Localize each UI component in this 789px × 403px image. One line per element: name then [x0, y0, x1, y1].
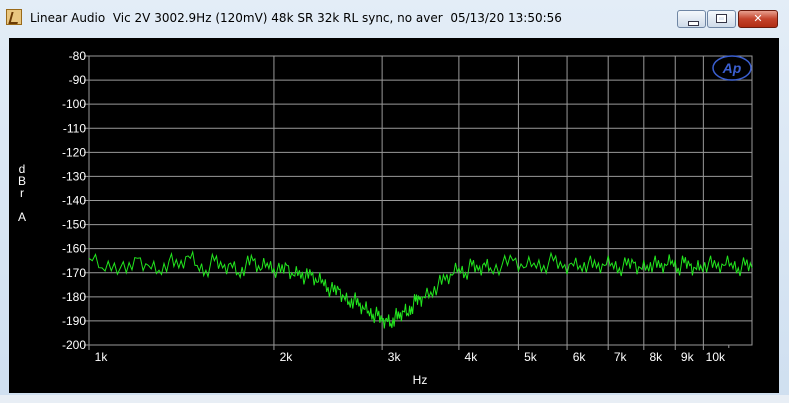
y-tick-label: -140: [62, 194, 86, 208]
x-tick-label: 2k: [280, 350, 294, 364]
grid: [84, 55, 753, 350]
y-tick-label: -120: [62, 145, 86, 159]
chart-svg: -80 -90 -100 -110 -120 -130 -140 -150 -160 -170 -1…: [18, 49, 753, 387]
x-tick-label: 9k: [681, 350, 695, 364]
minimize-icon: [678, 11, 705, 27]
y-tick-label: -80: [69, 49, 87, 63]
close-icon: ✕: [753, 12, 763, 25]
x-tick-label: 10k: [706, 350, 726, 364]
x-tick-label: 4k: [465, 350, 479, 364]
y-tick-label: -130: [62, 169, 86, 183]
x-tick-label: 1k: [95, 350, 109, 364]
y-tick-label: -150: [62, 218, 86, 232]
y-axis-label: dBrA: [18, 162, 26, 224]
y-axis-ticks: -80 -90 -100 -110 -120 -130 -140 -150 -160 -170 -1…: [62, 49, 86, 352]
y-axis-label-char: A: [18, 210, 26, 224]
y-tick-label: -200: [62, 338, 86, 352]
y-axis-label-char: r: [20, 186, 24, 200]
title-bar[interactable]: Linear Audio Vic 2V 3002.9Hz (120mV) 48k…: [0, 0, 789, 36]
x-tick-label: 6k: [573, 350, 587, 364]
x-tick-label: 3k: [388, 350, 402, 364]
x-tick-label: 5k: [524, 350, 538, 364]
x-axis-ticks: 1k 2k 3k 4k 5k 6k 7k 8k 9k 10k: [95, 350, 726, 364]
application-window: Linear Audio Vic 2V 3002.9Hz (120mV) 48k…: [0, 0, 789, 403]
window-title: Linear Audio Vic 2V 3002.9Hz (120mV) 48k…: [30, 11, 562, 25]
ap-logo-text: Ap: [722, 60, 742, 76]
y-tick-label: -180: [62, 290, 86, 304]
graph-panel: -80 -90 -100 -110 -120 -130 -140 -150 -160 -170 -1…: [9, 38, 779, 393]
y-tick-label: -100: [62, 97, 86, 111]
app-icon[interactable]: [6, 9, 22, 25]
status-strip: [0, 395, 789, 403]
x-axis-label: Hz: [413, 373, 428, 387]
maximize-icon: [708, 11, 735, 27]
y-tick-label: -160: [62, 242, 86, 256]
y-tick-label: -170: [62, 266, 86, 280]
y-tick-label: -110: [63, 121, 86, 135]
close-button[interactable]: ✕: [738, 10, 778, 28]
x-tick-label: 8k: [649, 350, 663, 364]
series-line: [88, 250, 753, 329]
minimize-button[interactable]: [677, 10, 706, 28]
y-tick-label: -190: [62, 314, 86, 328]
maximize-button[interactable]: [707, 10, 736, 28]
y-tick-label: -90: [69, 73, 87, 87]
x-tick-label: 7k: [614, 350, 628, 364]
ap-logo: Ap: [712, 55, 752, 81]
